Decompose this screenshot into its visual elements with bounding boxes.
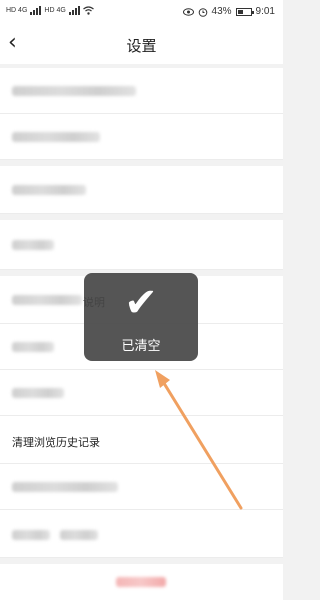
logout-row[interactable] xyxy=(0,564,283,600)
blurred-text xyxy=(12,86,136,96)
clock: 9:01 xyxy=(255,6,275,17)
blurred-text xyxy=(12,295,82,305)
battery-percent: 43% xyxy=(211,6,232,17)
blurred-text xyxy=(12,240,54,250)
settings-row-2[interactable] xyxy=(0,114,283,160)
settings-row-4[interactable] xyxy=(0,220,283,270)
alarm-icon xyxy=(198,7,207,17)
blurred-text xyxy=(12,388,64,398)
eye-icon xyxy=(182,7,194,16)
settings-row-7[interactable] xyxy=(0,370,283,416)
settings-row-1[interactable] xyxy=(0,68,283,114)
signal-icon xyxy=(68,6,80,15)
toast-message: 已清空 xyxy=(121,339,161,354)
sim2-label: HD 4G xyxy=(44,7,66,14)
status-right: 43% 9:01 xyxy=(182,6,275,17)
settings-row-9[interactable] xyxy=(0,464,283,510)
signal-icon xyxy=(30,6,42,15)
blurred-text xyxy=(12,185,86,195)
clear-history-row[interactable]: 清理浏览历史记录 xyxy=(0,416,283,464)
status-bar: HD 4G HD 4G 43% 9:01 xyxy=(0,0,283,24)
page-title: 设置 xyxy=(126,37,157,55)
blurred-text xyxy=(12,482,118,492)
wifi-icon xyxy=(82,6,94,15)
status-left: HD 4G HD 4G xyxy=(6,6,94,15)
sim1-label: HD 4G xyxy=(6,7,28,14)
nav-bar: ‹ 设置 xyxy=(0,24,283,64)
settings-row-10[interactable] xyxy=(0,510,283,558)
blurred-text xyxy=(60,530,98,540)
check-icon: ✔ xyxy=(124,280,158,326)
blurred-text xyxy=(12,530,50,540)
battery-icon xyxy=(235,7,254,16)
blurred-text xyxy=(12,132,100,142)
clear-history-label: 清理浏览历史记录 xyxy=(12,436,100,449)
settings-row-3[interactable] xyxy=(0,166,283,214)
toast: ✔ 已清空 xyxy=(84,273,198,361)
blurred-text xyxy=(12,342,54,352)
blurred-logout-text xyxy=(116,577,166,587)
